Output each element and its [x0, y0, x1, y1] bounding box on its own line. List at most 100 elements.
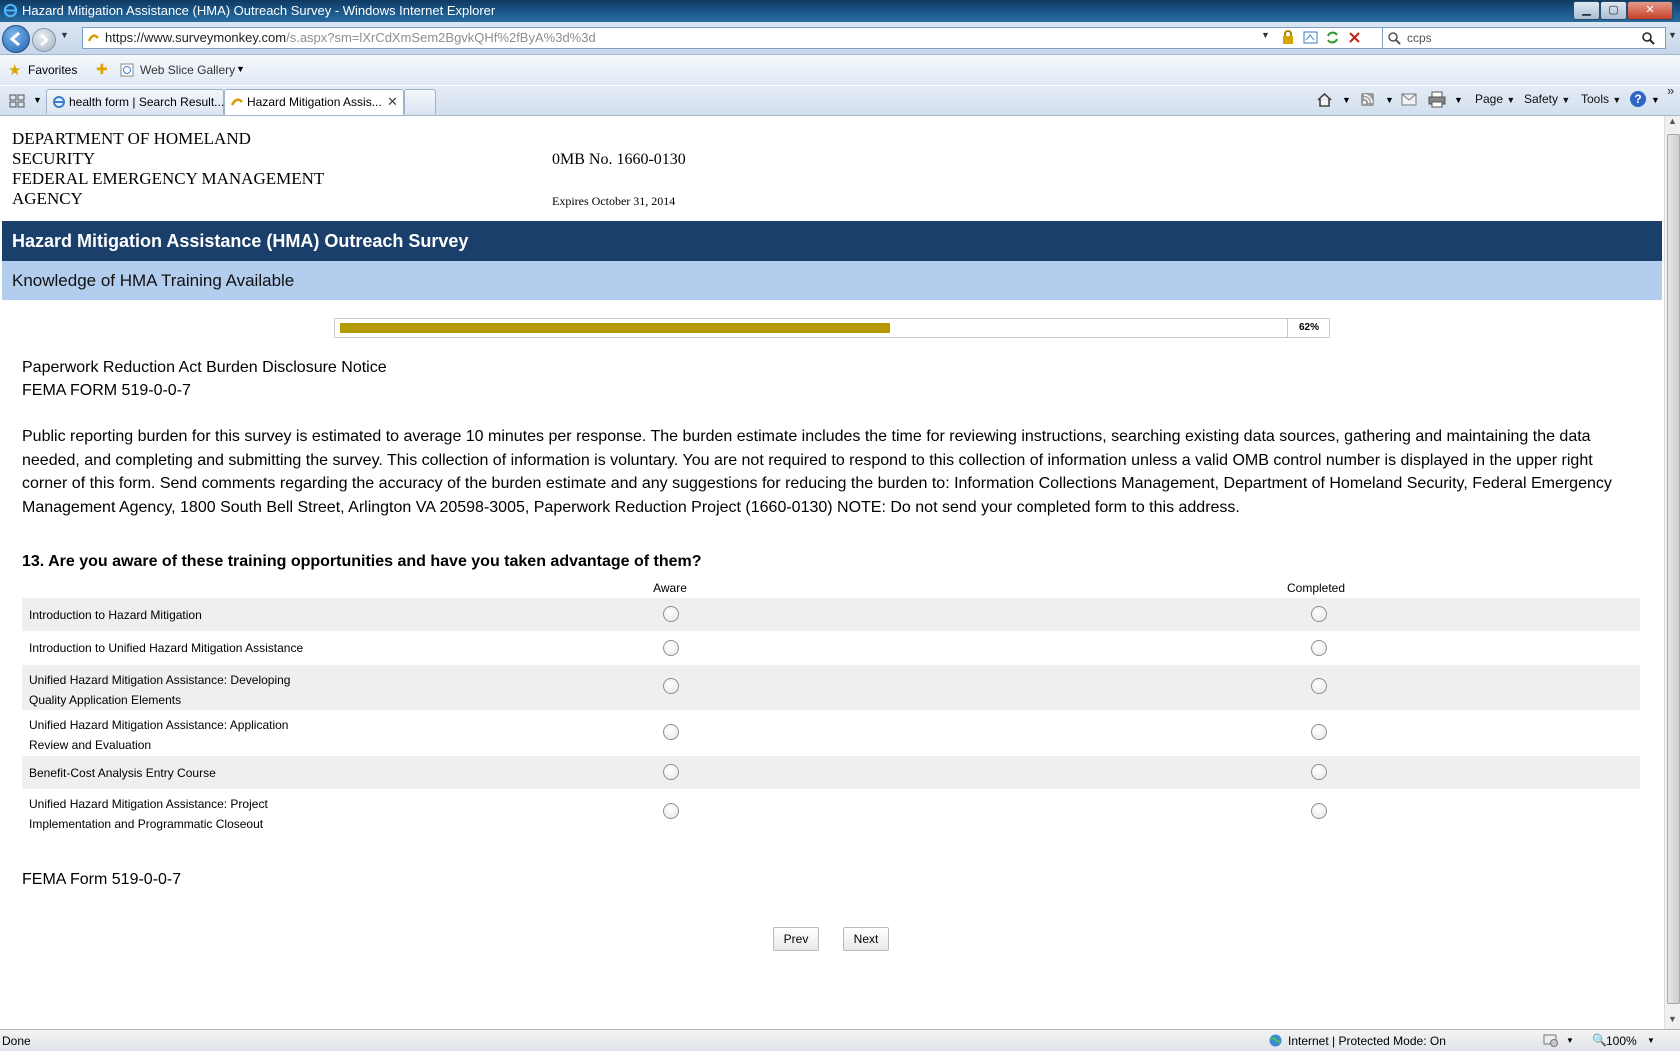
back-button[interactable]: [2, 25, 30, 53]
safety-menu-label: Safety: [1524, 92, 1559, 106]
new-tab-button[interactable]: [404, 89, 436, 114]
matrix-row: Unified Hazard Mitigation Assistance: De…: [22, 665, 1640, 710]
recent-pages-dropdown-icon[interactable]: ▼: [60, 30, 69, 40]
page-title: Knowledge of HMA Training Available: [12, 271, 295, 290]
web-slice-dropdown-icon[interactable]: ▼: [236, 64, 245, 74]
aware-radio[interactable]: [663, 803, 679, 819]
internet-globe-icon: [1269, 1034, 1282, 1047]
favorites-button[interactable]: Favorites: [28, 63, 77, 77]
row-label: Unified Hazard Mitigation Assistance: Pr…: [29, 794, 268, 834]
completed-radio[interactable]: [1311, 724, 1327, 740]
forward-arrow-icon: [40, 34, 49, 46]
matrix-row: Introduction to Unified Hazard Mitigatio…: [22, 631, 1640, 665]
zoom-level[interactable]: 100%: [1606, 1034, 1637, 1048]
completed-radio[interactable]: [1311, 764, 1327, 780]
row-label-line-2: Implementation and Programmatic Closeout: [29, 817, 264, 831]
row-label: Unified Hazard Mitigation Assistance: Ap…: [29, 715, 288, 755]
home-icon[interactable]: [1316, 91, 1333, 108]
footer-form-number: FEMA Form 519-0-0-7: [22, 871, 182, 888]
close-tab-icon[interactable]: ✕: [387, 94, 398, 110]
row-label-line-1: Unified Hazard Mitigation Assistance: De…: [29, 673, 291, 687]
aware-radio[interactable]: [663, 640, 679, 656]
row-label-line-2: Review and Evaluation: [29, 738, 152, 752]
scrollbar-thumb[interactable]: [1667, 134, 1680, 1004]
rss-feed-icon[interactable]: [1360, 92, 1375, 107]
close-button[interactable]: ✕: [1627, 1, 1673, 20]
security-zone[interactable]: Internet | Protected Mode: On: [1288, 1034, 1446, 1048]
ie-logo-icon: [3, 3, 18, 18]
tab-label: Hazard Mitigation Assis...: [247, 95, 382, 109]
survey-title-bar: Hazard Mitigation Assistance (HMA) Outre…: [2, 221, 1662, 261]
address-dropdown-icon[interactable]: ▼: [1261, 30, 1270, 40]
expiration-date: Expires October 31, 2014: [552, 194, 676, 208]
agency-line-1: DEPARTMENT OF HOMELAND: [12, 129, 251, 148]
web-slice-gallery-link[interactable]: Web Slice Gallery: [140, 63, 235, 77]
matrix-row: Unified Hazard Mitigation Assistance: Ap…: [22, 710, 1640, 756]
read-mail-icon[interactable]: [1401, 93, 1417, 106]
next-button[interactable]: Next: [843, 927, 889, 951]
address-field[interactable]: https://www.surveymonkey.com/s.aspx?sm=l…: [82, 27, 1384, 49]
maximize-button[interactable]: ▢: [1600, 1, 1627, 20]
back-arrow-icon: [9, 31, 20, 47]
forward-button[interactable]: [32, 28, 56, 52]
row-label: Introduction to Unified Hazard Mitigatio…: [29, 641, 303, 655]
stop-icon[interactable]: [1347, 30, 1362, 45]
page-title-bar: Knowledge of HMA Training Available: [2, 261, 1662, 300]
aware-radio[interactable]: [663, 606, 679, 622]
row-label: Introduction to Hazard Mitigation: [29, 608, 202, 622]
tab-health-form[interactable]: health form | Search Result...: [46, 89, 224, 114]
scroll-up-arrow-icon[interactable]: ▲: [1668, 116, 1677, 126]
row-label-line-1: Introduction to Hazard Mitigation: [29, 608, 202, 622]
completed-radio[interactable]: [1311, 803, 1327, 819]
tab-hazard-mitigation[interactable]: Hazard Mitigation Assis... ✕: [224, 89, 404, 115]
completed-radio[interactable]: [1311, 678, 1327, 694]
vertical-scrollbar[interactable]: ▲ ▼: [1664, 116, 1680, 1029]
home-dropdown-icon[interactable]: ▼: [1342, 95, 1351, 105]
popup-blocker-icon[interactable]: [1543, 1034, 1559, 1047]
window-title: Hazard Mitigation Assistance (HMA) Outre…: [22, 3, 496, 18]
search-options-dropdown-icon[interactable]: ▼: [1668, 30, 1677, 40]
zoom-icon: 🔍: [1592, 1033, 1607, 1047]
popup-dropdown-icon[interactable]: ▼: [1566, 1036, 1574, 1045]
survey-title: Hazard Mitigation Assistance (HMA) Outre…: [12, 231, 469, 251]
scroll-down-arrow-icon[interactable]: ▼: [1668, 1014, 1677, 1024]
search-icon[interactable]: [1641, 31, 1655, 45]
print-icon[interactable]: [1428, 91, 1446, 108]
page-menu[interactable]: Page ▼: [1475, 92, 1515, 106]
completed-radio[interactable]: [1311, 606, 1327, 622]
row-label-line-1: Benefit-Cost Analysis Entry Course: [29, 766, 216, 780]
help-dropdown-icon[interactable]: ▼: [1651, 95, 1660, 105]
tab-label: health form | Search Result...: [69, 95, 225, 109]
feeds-dropdown-icon[interactable]: ▼: [1385, 95, 1394, 105]
prev-button[interactable]: Prev: [773, 927, 819, 951]
help-icon[interactable]: ?: [1630, 91, 1646, 107]
search-box[interactable]: ccps: [1382, 27, 1666, 49]
aware-radio[interactable]: [663, 724, 679, 740]
minimize-button[interactable]: ▁: [1573, 1, 1600, 20]
tab-list-dropdown-icon[interactable]: ▼: [33, 95, 42, 105]
add-to-favorites-icon[interactable]: ✚: [96, 61, 108, 78]
aware-radio[interactable]: [663, 764, 679, 780]
window-title-bar[interactable]: Hazard Mitigation Assistance (HMA) Outre…: [0, 0, 1680, 22]
aware-radio[interactable]: [663, 678, 679, 694]
site-favicon-icon: [87, 34, 99, 42]
column-header-aware: Aware: [653, 581, 687, 595]
tools-menu[interactable]: Tools ▼: [1581, 92, 1621, 106]
page-content: DEPARTMENT OF HOMELAND SECURITY FEDERAL …: [0, 116, 1664, 1029]
print-dropdown-icon[interactable]: ▼: [1454, 95, 1463, 105]
completed-radio[interactable]: [1311, 640, 1327, 656]
tools-menu-label: Tools: [1581, 92, 1610, 106]
compatibility-view-icon[interactable]: [1303, 30, 1318, 45]
refresh-icon[interactable]: [1325, 30, 1340, 45]
safety-menu[interactable]: Safety ▼: [1524, 92, 1570, 106]
lock-icon[interactable]: [1281, 30, 1295, 45]
burden-disclosure-text: Public reporting burden for this survey …: [22, 428, 1612, 516]
search-input[interactable]: ccps: [1407, 31, 1432, 45]
quick-tabs-icon[interactable]: [9, 94, 25, 108]
matrix-row: Benefit-Cost Analysis Entry Course: [22, 756, 1640, 789]
matrix-row: Unified Hazard Mitigation Assistance: Pr…: [22, 789, 1640, 835]
zoom-dropdown-icon[interactable]: ▼: [1647, 1036, 1655, 1045]
progress-label: 62%: [1299, 322, 1320, 333]
more-commands-icon[interactable]: »: [1667, 83, 1674, 98]
address-toolbar: ▼ https://www.surveymonkey.com/s.aspx?sm…: [0, 22, 1680, 55]
